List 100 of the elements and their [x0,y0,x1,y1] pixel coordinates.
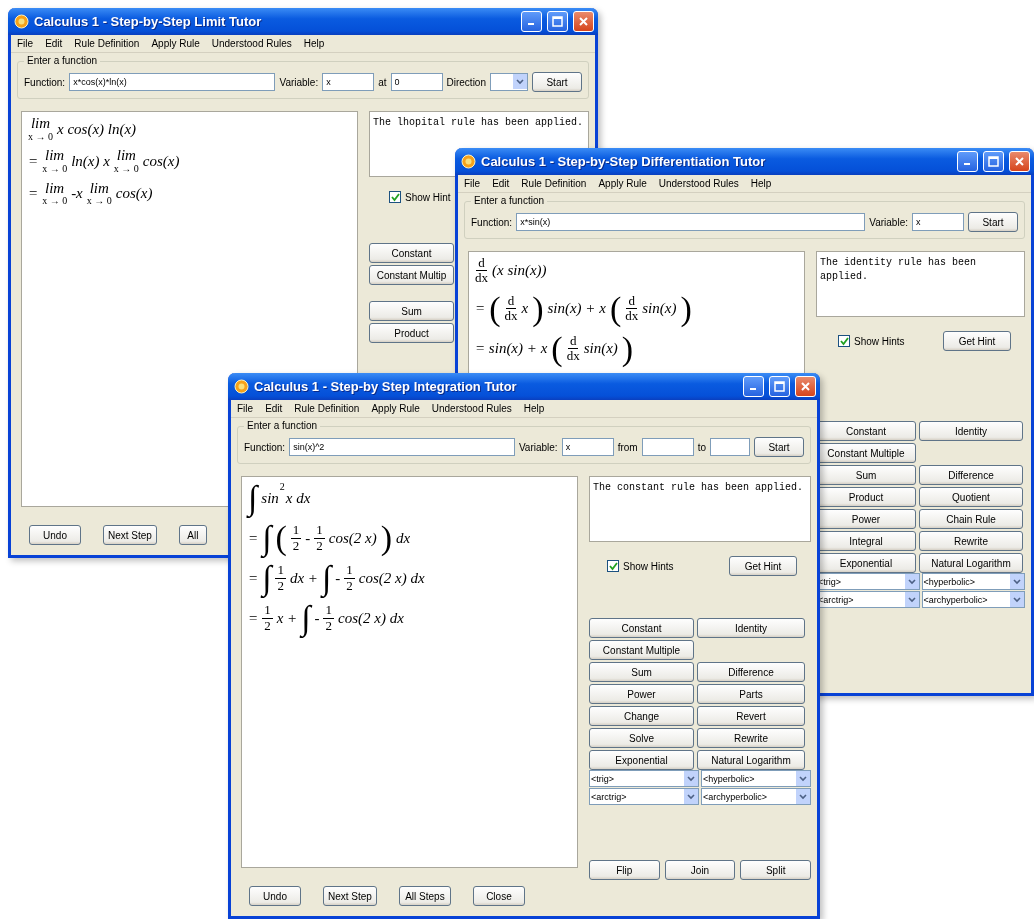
math-text: cos(2 x) dx [358,569,425,587]
rule-button[interactable]: Change [589,706,694,726]
rule-button[interactable]: Quotient [919,487,1023,507]
input-field[interactable]: x [322,73,375,91]
dropdown[interactable]: <hyperbolic> [701,770,811,787]
menu-item[interactable]: Rule Definition [521,178,587,189]
rule-button[interactable]: Solve [589,728,694,748]
start-button[interactable]: Start [754,437,804,457]
menu-item[interactable]: Edit [265,403,283,414]
check-icon [608,561,618,571]
rule-button[interactable]: Constant [369,243,454,263]
rule-button[interactable]: Revert [697,706,805,726]
step-button[interactable]: All [178,525,207,545]
menu-item[interactable]: Rule Definition [294,403,360,414]
rule-button[interactable]: Natural Logarithm [697,750,805,770]
menu-item[interactable]: Understood Rules [211,38,292,49]
input-field[interactable]: x [561,438,614,456]
math-symbol: ( [275,521,287,555]
math-symbol: ) [621,331,634,366]
rule-button[interactable]: Chain Rule [919,509,1023,529]
minimize-button[interactable] [743,376,764,397]
rule-button[interactable]: Rewrite [919,531,1023,551]
input-field[interactable] [710,438,750,456]
rule-button[interactable]: Product [369,323,454,343]
minimize-button[interactable] [521,11,542,32]
menu-item[interactable]: Apply Rule [371,403,420,414]
maximize-button[interactable] [769,376,790,397]
start-button[interactable]: Start [532,72,582,92]
dropdown[interactable]: <archyperbolic> [701,788,811,805]
rule-button[interactable]: Identity [919,421,1023,441]
show-hints-checkbox[interactable]: Show Hints [607,560,674,572]
menu-item[interactable]: Apply Rule [151,38,200,49]
action-button[interactable]: Join [664,860,736,880]
dropdown[interactable]: <trig> [589,770,699,787]
math-text: dx [396,529,411,547]
menu-item[interactable]: Edit [492,178,510,189]
input-field[interactable]: x*sin(x) [516,213,866,231]
menu-item[interactable]: Rule Definition [74,38,140,49]
limit-expression: lim x → 0 [42,148,68,175]
input-field[interactable]: x [912,213,964,231]
step-button[interactable]: Close [472,886,525,906]
show-hints-checkbox[interactable]: Show Hints [838,335,905,347]
get-hint-button[interactable]: Get Hint [943,331,1011,351]
menu-item[interactable]: Apply Rule [598,178,647,189]
show-hints-checkbox[interactable]: Show Hint [389,191,451,203]
close-button[interactable] [573,11,594,32]
direction-select[interactable] [490,73,528,91]
math-symbol: ) [680,291,692,326]
fraction: d dx [504,293,518,324]
rule-button[interactable]: Identity [697,618,805,638]
maximize-button[interactable] [547,11,568,32]
action-button[interactable]: Split [740,860,811,880]
input-field[interactable]: sin(x)^2 [289,438,515,456]
step-button[interactable]: Next Step [323,886,377,906]
step-button[interactable]: Undo [29,525,81,545]
menu-item[interactable]: Help [523,403,545,414]
rule-button[interactable]: Natural Logarithm [919,553,1023,573]
menu-item[interactable]: File [237,403,254,414]
rule-button[interactable]: Difference [919,465,1023,485]
close-button[interactable] [1009,151,1030,172]
action-button[interactable]: Flip [589,860,660,880]
field-label: Variable: [869,216,908,228]
rule-button[interactable]: Constant Multiple [589,640,694,660]
menu-item[interactable]: File [17,38,34,49]
rule-button[interactable]: Rewrite [697,728,805,748]
math-text: cos(x) [142,152,180,170]
menu-item[interactable]: Help [303,38,325,49]
menu-item[interactable]: Edit [45,38,63,49]
input-field[interactable] [641,438,694,456]
rule-button[interactable]: Constant Multip [369,265,454,285]
rule-button[interactable]: Sum [589,662,694,682]
dropdown[interactable]: <hyperbolic> [921,573,1025,590]
math-symbol: ( [489,291,501,326]
fraction: d dx [475,256,488,286]
start-button[interactable]: Start [968,212,1018,232]
math-text: = sin(x) + x [475,340,548,358]
input-field[interactable]: 0 [390,73,443,91]
step-button[interactable]: Undo [249,886,301,906]
step-button[interactable]: Next Step [103,525,157,545]
app-icon [234,379,249,394]
limit-expression: lim x → 0 [42,180,68,207]
rule-button[interactable]: Sum [369,301,454,321]
rule-button[interactable]: Parts [697,684,805,704]
exponent: 2 [279,481,285,492]
menu-item[interactable]: Understood Rules [431,403,512,414]
dropdown[interactable]: <archyperbolic> [921,591,1025,608]
menu-item[interactable]: Understood Rules [658,178,739,189]
rule-button[interactable]: Exponential [589,750,694,770]
dropdown[interactable]: <arctrig> [589,788,699,805]
input-field[interactable]: x*cos(x)*ln(x) [69,73,276,91]
menu-item[interactable]: Help [750,178,772,189]
rule-button[interactable]: Constant [589,618,694,638]
step-button[interactable]: All Steps [398,886,451,906]
close-button[interactable] [795,376,816,397]
maximize-button[interactable] [983,151,1004,172]
rule-button[interactable]: Difference [697,662,805,682]
minimize-button[interactable] [957,151,978,172]
get-hint-button[interactable]: Get Hint [729,556,797,576]
rule-button[interactable]: Power [589,684,694,704]
menu-item[interactable]: File [464,178,481,189]
